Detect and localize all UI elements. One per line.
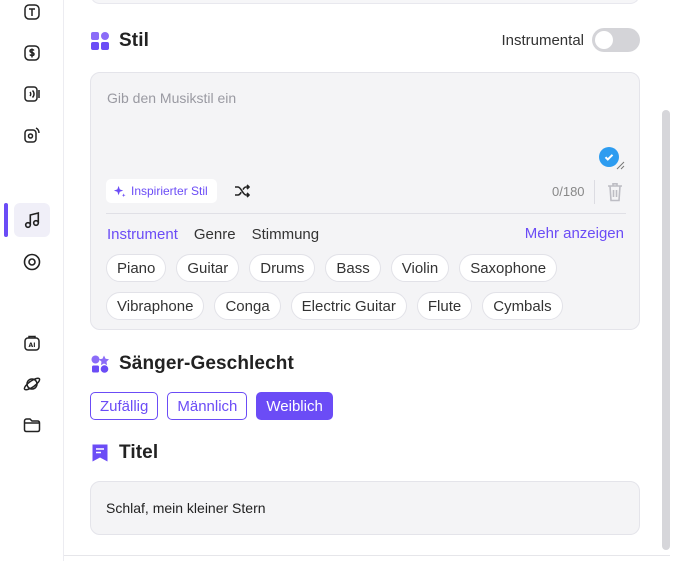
style-header: Stil xyxy=(90,30,149,52)
inspired-style-label: Inspirierter Stil xyxy=(131,184,208,198)
planet-icon[interactable] xyxy=(14,367,50,401)
tab-instrument[interactable]: Instrument xyxy=(107,226,178,243)
text-to-speech-icon[interactable] xyxy=(14,0,50,29)
style-input-card: Gib den Musikstil ein Inspirierter Stil … xyxy=(90,72,640,330)
title-input[interactable]: Schlaf, mein kleiner Stern xyxy=(90,481,640,535)
divider-line xyxy=(106,213,626,214)
speaker-icon[interactable] xyxy=(14,118,50,152)
chip-violin[interactable]: Violin xyxy=(390,254,450,282)
tab-mood[interactable]: Stimmung xyxy=(252,226,320,243)
svg-text:AI: AI xyxy=(29,342,36,349)
chip-row-2: Vibraphone Conga Electric Guitar Flute C… xyxy=(106,292,626,320)
toggle-knob xyxy=(595,31,613,49)
disc-icon[interactable] xyxy=(14,245,50,279)
gender-icon xyxy=(91,355,109,373)
chip-drums[interactable]: Drums xyxy=(249,254,316,282)
bookmark-icon xyxy=(92,444,108,462)
style-input[interactable]: Gib den Musikstil ein xyxy=(107,90,236,106)
gender-title: Sänger-Geschlecht xyxy=(119,353,294,374)
ai-bag-icon[interactable]: AI xyxy=(14,326,50,360)
divider xyxy=(594,180,595,204)
chip-electric-guitar[interactable]: Electric Guitar xyxy=(290,292,407,320)
music-note-icon[interactable] xyxy=(14,203,50,237)
chip-bass[interactable]: Bass xyxy=(325,254,381,282)
gender-header: Sänger-Geschlecht xyxy=(90,353,294,375)
tab-genre[interactable]: Genre xyxy=(194,226,236,243)
resize-handle-icon[interactable] xyxy=(615,160,625,170)
trash-icon[interactable] xyxy=(605,181,625,203)
title-header: Titel xyxy=(90,442,158,464)
main-panel: Stil Instrumental Gib den Musikstil ein … xyxy=(64,0,687,561)
instrumental-toggle[interactable] xyxy=(592,28,640,52)
show-more-link[interactable]: Mehr anzeigen xyxy=(525,225,624,242)
style-title: Stil xyxy=(119,30,149,51)
chip-piano[interactable]: Piano xyxy=(106,254,167,282)
active-indicator xyxy=(4,203,8,237)
title-heading: Titel xyxy=(119,442,159,463)
chip-row-1: Piano Guitar Drums Bass Violin Saxophone xyxy=(106,254,626,282)
chip-vibraphone[interactable]: Vibraphone xyxy=(106,292,205,320)
char-counter: 0/180 xyxy=(552,184,585,199)
instrumental-label: Instrumental xyxy=(501,31,584,49)
previous-card xyxy=(90,0,640,4)
style-grid-icon xyxy=(91,32,109,50)
gender-random-button[interactable]: Zufällig xyxy=(90,392,159,420)
gender-options: Zufällig Männlich Weiblich xyxy=(90,392,342,420)
style-tabs: Instrument Genre Stimmung xyxy=(107,226,335,243)
voice-wave-icon[interactable] xyxy=(14,77,50,111)
bottom-divider xyxy=(64,555,670,556)
chip-cymbals[interactable]: Cymbals xyxy=(482,292,563,320)
gender-male-button[interactable]: Männlich xyxy=(167,392,248,420)
chip-saxophone[interactable]: Saxophone xyxy=(459,254,558,282)
gender-female-button[interactable]: Weiblich xyxy=(256,392,333,420)
inspired-style-button[interactable]: Inspirierter Stil xyxy=(106,179,217,203)
chip-flute[interactable]: Flute xyxy=(416,292,473,320)
instrumental-control: Instrumental xyxy=(501,28,640,52)
folder-icon[interactable] xyxy=(14,408,50,442)
sidebar: AI xyxy=(0,0,64,561)
sparkle-icon xyxy=(113,185,126,197)
chip-guitar[interactable]: Guitar xyxy=(176,254,240,282)
dollar-audio-icon[interactable] xyxy=(14,36,50,70)
shuffle-icon[interactable] xyxy=(234,183,250,199)
chip-conga[interactable]: Conga xyxy=(214,292,281,320)
scrollbar-thumb[interactable] xyxy=(662,110,670,550)
